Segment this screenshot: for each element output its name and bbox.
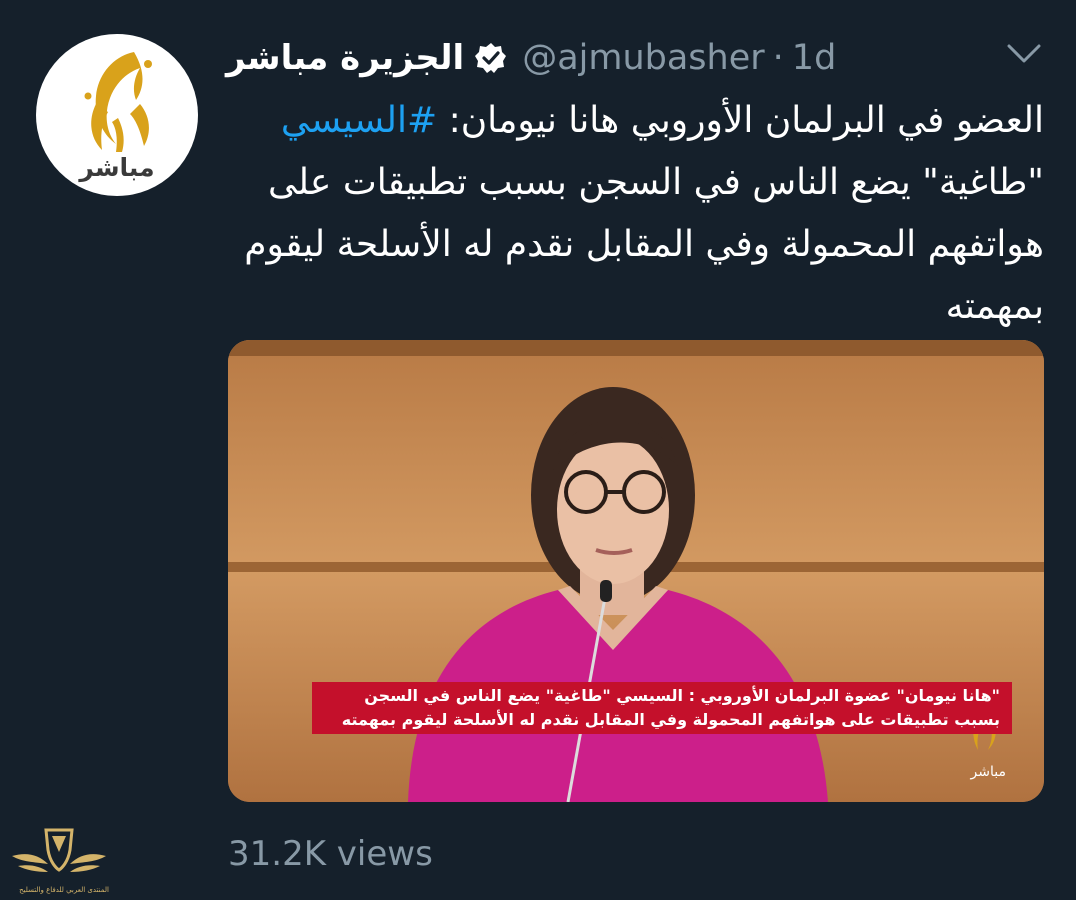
tweet-header: الجزيرة مباشر @ajmubasher · 1d [226, 28, 1056, 88]
hashtag-link[interactable]: #السيسي [281, 100, 437, 141]
verified-badge-icon [474, 41, 508, 75]
channel-logo-label: مباشر [970, 764, 1006, 780]
video-caption-bar: "هانا نيومان" عضوة البرلمان الأوروبي : ا… [312, 682, 1012, 734]
avatar[interactable]: مباشر [36, 34, 198, 196]
tweet-text-lead: العضو في البرلمان الأوروبي هانا نيومان: [437, 100, 1044, 141]
separator-dot: · [772, 38, 784, 78]
user-handle[interactable]: @ajmubasher [522, 38, 764, 78]
forum-watermark: المنتدى العربي للدفاع والتسليح [4, 822, 114, 900]
display-name[interactable]: الجزيرة مباشر [226, 38, 464, 78]
watermark-text: المنتدى العربي للدفاع والتسليح [19, 886, 109, 894]
tweet-media-video[interactable]: "هانا نيومان" عضوة البرلمان الأوروبي : ا… [228, 340, 1044, 802]
tweet-text: العضو في البرلمان الأوروبي هانا نيومان: … [226, 90, 1044, 338]
tweet-time[interactable]: 1d [792, 38, 837, 78]
avatar-label: مباشر [79, 153, 155, 182]
view-count: 31.2K views [228, 834, 433, 874]
tweet-text-body: "طاغية" يضع الناس في السجن بسبب تطبيقات … [244, 162, 1044, 327]
shield-wings-logo [12, 828, 106, 872]
chevron-down-icon[interactable] [1006, 42, 1042, 66]
